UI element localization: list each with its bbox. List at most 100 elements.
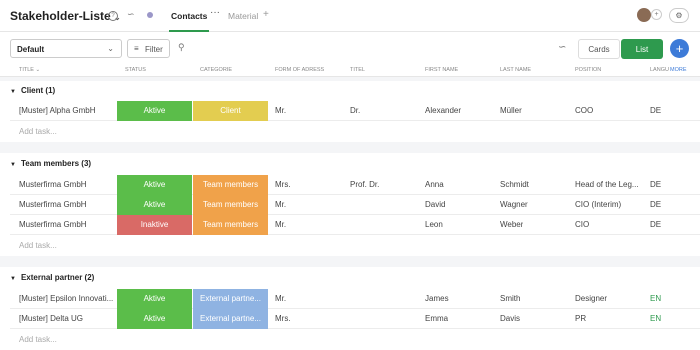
status-badge[interactable]: Aktive [117,289,192,309]
cell-first-name: Anna [425,180,444,189]
column-header-form[interactable]: Form of adress [275,67,324,73]
category-badge[interactable]: Client [193,101,268,121]
status-badge[interactable]: Aktive [117,195,192,215]
cell-last-name: Schmidt [500,180,529,189]
category-badge[interactable]: Team members [193,215,268,235]
cell-language: DE [650,220,662,229]
group-separator [0,256,700,267]
cell-first-name: David [425,200,446,209]
tab-contacts[interactable]: Contacts [168,11,210,32]
column-header-title[interactable]: Title ⌄ [19,67,40,73]
cell-last-name: Davis [500,314,521,323]
cell-language: EN [650,314,662,323]
help-icon[interactable]: ? [108,11,118,21]
cell-language: DE [650,180,662,189]
chevron-down-icon: ⌄ [35,67,41,73]
table-row[interactable]: [Muster] Epsilon Innovati... Aktive Exte… [10,289,700,309]
cell-first-name: Emma [425,314,449,323]
column-header-language[interactable]: Langu [650,67,669,73]
category-badge[interactable]: Team members [193,195,268,215]
settings-button[interactable]: ⚙ [669,8,689,23]
caret-down-icon: ▼ [10,276,16,282]
cell-title: Musterfirma GmbH [19,220,87,229]
cell-position: Designer [575,294,608,303]
cards-view-button[interactable]: Cards [578,39,620,59]
cell-form: Mr. [275,200,287,209]
cell-titel: Dr. [350,106,361,115]
group-separator [0,142,700,153]
table-row[interactable]: Musterfirma GmbH Inaktive Team members M… [10,215,700,235]
status-badge[interactable]: Inaktive [117,215,192,235]
add-member-button[interactable]: + [651,9,662,20]
add-task-link[interactable]: Add task... [19,335,57,344]
cell-language: DE [650,200,662,209]
cell-position: Head of the Leg... [575,180,639,189]
column-header-titel[interactable]: Titel [350,67,365,73]
chevron-down-icon: ⌄ [107,44,114,53]
cell-title: Musterfirma GmbH [19,180,87,189]
cell-position: CIO (Interim) [575,200,622,209]
add-button[interactable]: + [670,39,689,58]
category-badge[interactable]: External partne... [193,309,268,329]
status-dot-icon [147,12,153,18]
filter-icon: ≡ [134,44,139,53]
add-task-link[interactable]: Add task... [19,127,57,136]
cell-titel: Prof. Dr. [350,180,380,189]
group-header-team-members[interactable]: ▼ Team members (3) [10,159,91,168]
category-badge[interactable]: External partne... [193,289,268,309]
cell-last-name: Müller [500,106,522,115]
cell-title: [Muster] Delta UG [19,314,84,323]
cell-title: [Muster] Epsilon Innovati... [19,294,114,303]
cell-last-name: Wagner [500,200,528,209]
category-badge[interactable]: Team members [193,175,268,195]
table-row[interactable]: [Muster] Alpha GmbH Aktive Client Mr. Dr… [10,101,700,121]
table-row[interactable]: Musterfirma GmbH Aktive Team members Mrs… [10,175,700,195]
cell-title: [Muster] Alpha GmbH [19,106,96,115]
activity-icon[interactable]: ∽ [127,9,135,20]
column-header-more[interactable]: More [670,67,687,73]
status-badge[interactable]: Aktive [117,309,192,329]
status-badge[interactable]: Aktive [117,101,192,121]
column-header-first-name[interactable]: First name [425,67,458,73]
status-badge[interactable]: Aktive [117,175,192,195]
cell-form: Mrs. [275,180,291,189]
cell-position: CIO [575,220,590,229]
caret-down-icon: ▼ [10,89,16,95]
group-separator [0,77,700,81]
cell-form: Mr. [275,220,287,229]
list-view-button[interactable]: List [621,39,663,59]
filter-button[interactable]: ≡ Filter [127,39,170,58]
column-header-last-name[interactable]: Last name [500,67,531,73]
cell-first-name: James [425,294,449,303]
cell-form: Mr. [275,294,287,303]
column-header-status[interactable]: Status [125,67,146,73]
cell-language: EN [650,294,662,303]
add-task-link[interactable]: Add task... [19,241,57,250]
page-title[interactable]: Stakeholder-Liste ⌄ [10,9,121,23]
cell-title: Musterfirma GmbH [19,200,87,209]
gear-icon: ⚙ [675,11,683,20]
cell-form: Mr. [275,106,287,115]
group-header-client[interactable]: ▼ Client (1) [10,86,55,95]
cell-last-name: Weber [500,220,524,229]
activity-icon[interactable]: ∽ [558,42,566,53]
cell-language: DE [650,106,662,115]
search-icon[interactable]: ⚲ [178,42,185,53]
cell-position: PR [575,314,587,323]
view-select[interactable]: Default ⌄ [10,39,122,58]
cell-last-name: Smith [500,294,521,303]
group-header-external-partner[interactable]: ▼ External partner (2) [10,273,94,282]
cell-first-name: Leon [425,220,443,229]
cell-position: COO [575,106,594,115]
cell-form: Mrs. [275,314,291,323]
column-header-position[interactable]: Position [575,67,601,73]
cell-first-name: Alexander [425,106,462,115]
table-row[interactable]: [Muster] Delta UG Aktive External partne… [10,309,700,329]
tab-material[interactable]: Material [228,11,258,21]
caret-down-icon: ▼ [10,162,16,168]
add-tab-button[interactable]: + [263,9,269,20]
column-header-categorie[interactable]: Categorie [200,67,232,73]
table-row[interactable]: Musterfirma GmbH Aktive Team members Mr.… [10,195,700,215]
avatar[interactable] [637,8,651,22]
more-icon[interactable]: ··· [210,7,220,18]
